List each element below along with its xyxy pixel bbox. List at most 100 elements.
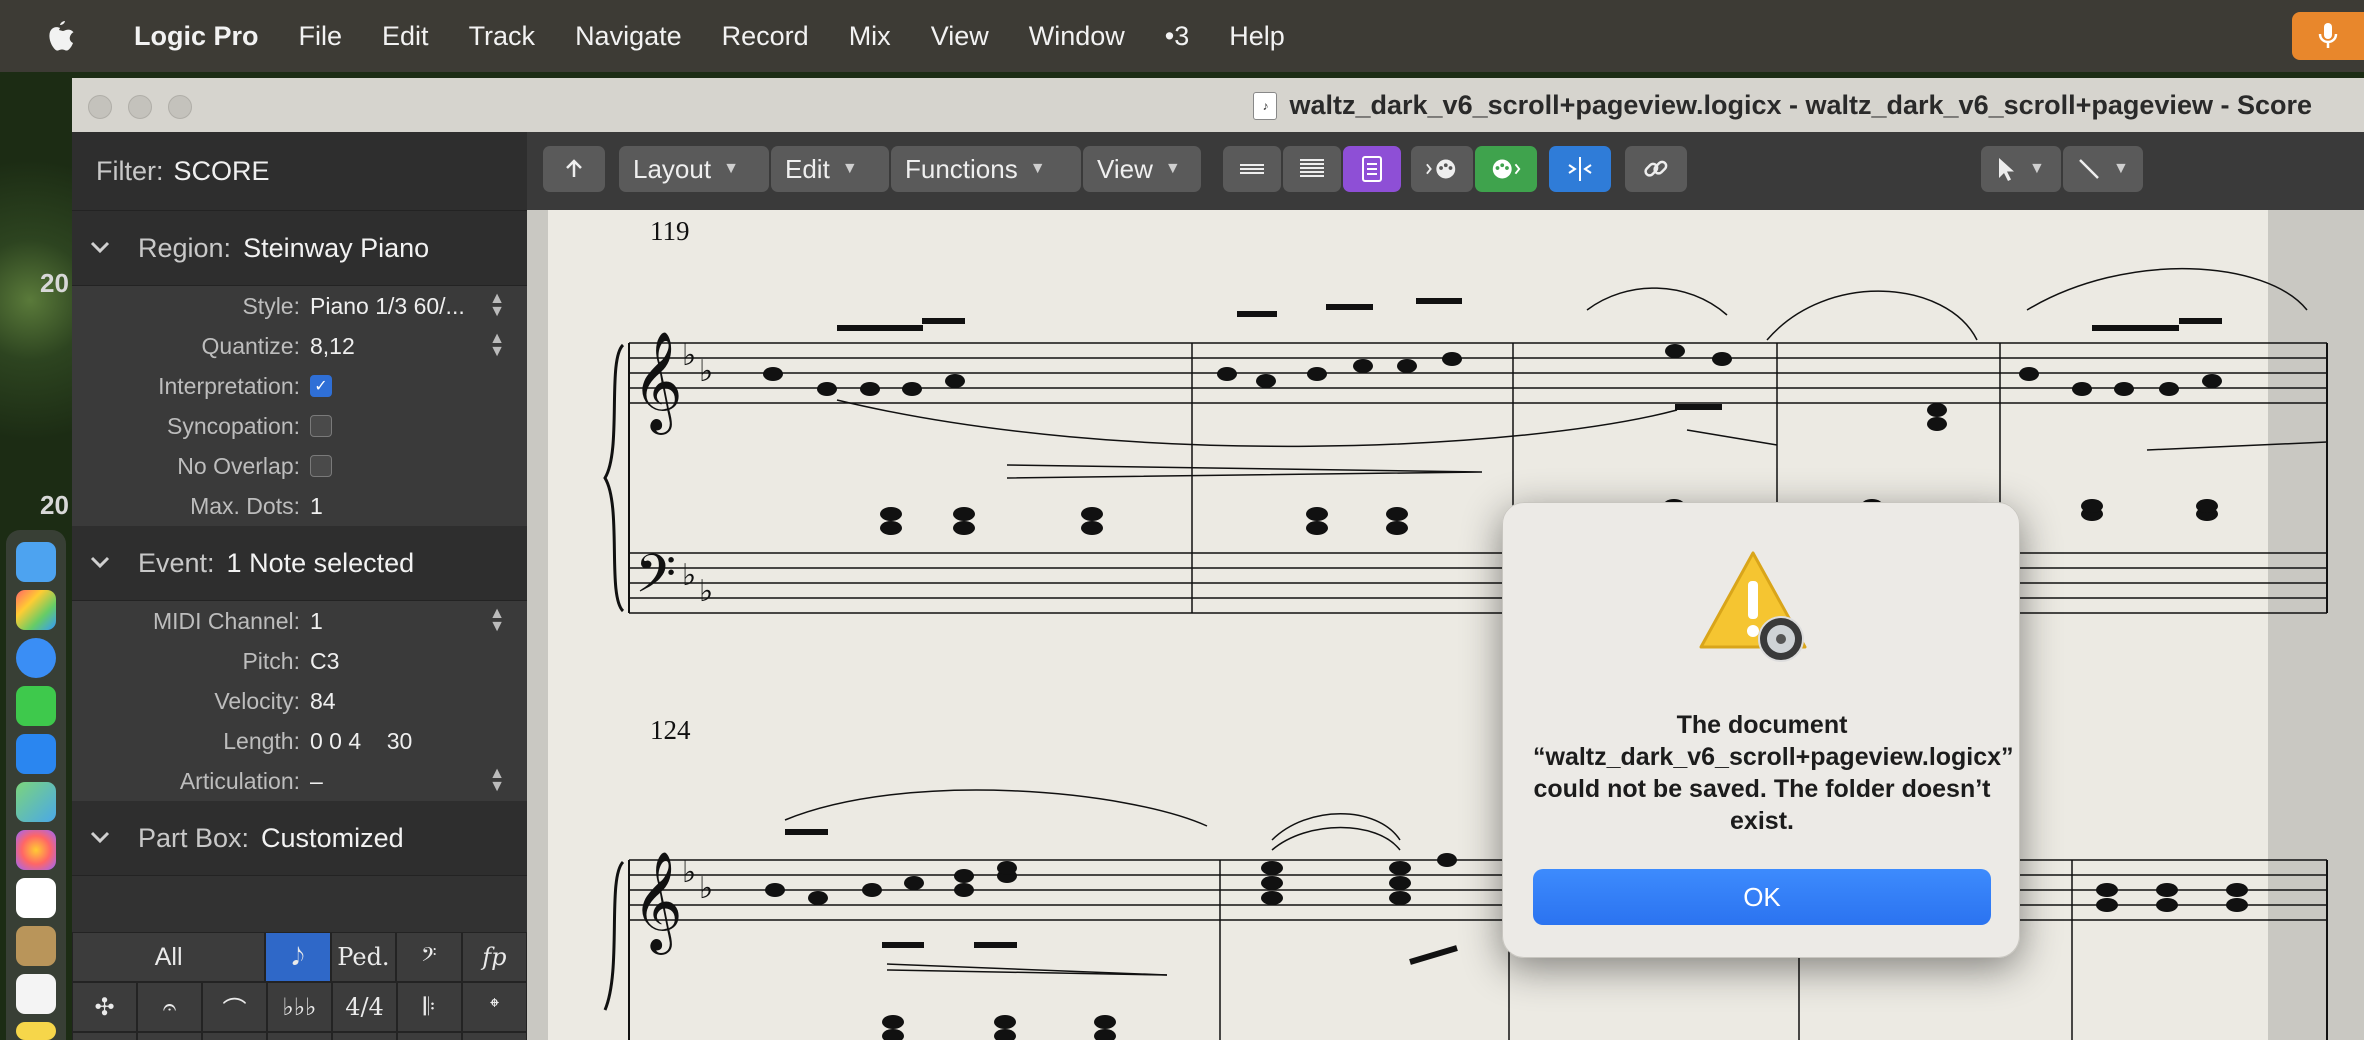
max-dots-value[interactable]: 1: [310, 493, 323, 520]
articulation-row[interactable]: Articulation: – ▲ ▼: [72, 761, 527, 801]
mail-icon[interactable]: [16, 734, 56, 774]
partbox-fermata-icon[interactable]: 𝄐: [137, 982, 202, 1032]
partbox-all-button[interactable]: All: [72, 932, 266, 982]
length-value[interactable]: 0 0 4 30: [310, 728, 412, 755]
length-row[interactable]: Length: 0 0 4 30: [72, 721, 527, 761]
menu-view[interactable]: View: [911, 21, 1009, 52]
menu-help[interactable]: Help: [1209, 21, 1305, 52]
region-section-header[interactable]: Region: Steinway Piano: [72, 211, 527, 286]
menu-track[interactable]: Track: [449, 21, 556, 52]
menu-mix[interactable]: Mix: [829, 21, 911, 52]
chevron-down-icon[interactable]: [90, 825, 124, 851]
partbox-pedal-icon[interactable]: Ped.: [330, 932, 397, 982]
notes-icon[interactable]: [16, 1022, 56, 1040]
zoom-window-button[interactable]: [168, 95, 192, 119]
partbox-clef-icon[interactable]: 𝄢: [396, 932, 462, 982]
midi-in-icon[interactable]: [1411, 146, 1473, 192]
quantize-value[interactable]: 8,12: [310, 333, 355, 360]
layout-menu-button[interactable]: Layout ▼: [619, 146, 769, 192]
partbox-dynamics-icon[interactable]: fp: [461, 932, 528, 982]
partbox-time-signature-icon[interactable]: 4/4: [332, 982, 397, 1032]
page-view-icon[interactable]: [1283, 146, 1341, 192]
partbox-segno-icon[interactable]: 𝄋: [202, 1032, 267, 1040]
flex-icon[interactable]: [1549, 146, 1611, 192]
score-notation[interactable]: 119 𝄞 𝄢 ♭ ♭ ♭ ♭ 124 𝄞 ♭ ♭: [527, 210, 2364, 1040]
maps-icon[interactable]: [16, 782, 56, 822]
max-dots-row[interactable]: Max. Dots: 1: [72, 486, 527, 526]
pencil-tool-icon[interactable]: ▼: [2063, 146, 2143, 192]
ok-button[interactable]: OK: [1533, 869, 1991, 925]
partbox-slur-icon[interactable]: ⌒: [202, 982, 267, 1032]
apple-logo-icon[interactable]: [30, 19, 90, 53]
svg-text:𝄞: 𝄞: [632, 331, 683, 435]
menu-navigate[interactable]: Navigate: [555, 21, 702, 52]
style-stepper-icon[interactable]: ▲ ▼: [489, 291, 505, 320]
midi-channel-value[interactable]: 1: [310, 608, 323, 635]
catch-arrow-icon[interactable]: [543, 146, 605, 192]
filter-value[interactable]: SCORE: [174, 156, 270, 187]
menu-edit[interactable]: Edit: [362, 21, 449, 52]
menu-file[interactable]: File: [279, 21, 363, 52]
edit-menu-button[interactable]: Edit ▼: [771, 146, 889, 192]
chevron-down-icon[interactable]: [90, 235, 124, 261]
partbox-noteheads-icon[interactable]: ✣: [72, 982, 137, 1032]
velocity-value[interactable]: 84: [310, 688, 336, 715]
filter-row[interactable]: Filter: SCORE: [72, 132, 527, 211]
pitch-value[interactable]: C3: [310, 648, 339, 675]
velocity-row[interactable]: Velocity: 84: [72, 681, 527, 721]
functions-menu-button[interactable]: Functions ▼: [891, 146, 1081, 192]
menu-record[interactable]: Record: [702, 21, 829, 52]
partbox-barline-icon[interactable]: 𝄆: [397, 982, 462, 1032]
midi-channel-stepper-icon[interactable]: ▲ ▼: [489, 606, 505, 635]
messages-icon[interactable]: [16, 686, 56, 726]
partbox-value: Customized: [261, 822, 404, 853]
menu-window[interactable]: Window: [1009, 21, 1145, 52]
safari-icon[interactable]: [16, 638, 56, 678]
partbox-paragraph-icon[interactable]: ¶: [397, 1032, 462, 1040]
partbox-grid-icon[interactable]: ⁞: [462, 1032, 527, 1040]
max-dots-label: Max. Dots:: [190, 492, 300, 519]
close-window-button[interactable]: [88, 95, 112, 119]
style-row[interactable]: Style: Piano 1/3 60/... ▲ ▼: [72, 286, 527, 326]
quantize-stepper-icon[interactable]: ▲ ▼: [489, 331, 505, 360]
partbox-tempo-icon[interactable]: ♩=: [267, 1032, 332, 1040]
document-proxy-icon[interactable]: ♪: [1253, 91, 1278, 120]
articulation-label: Articulation:: [179, 767, 300, 794]
partbox-section-header[interactable]: Part Box: Customized: [72, 801, 527, 876]
syncopation-checkbox[interactable]: [310, 415, 332, 437]
microphone-icon[interactable]: [2292, 12, 2364, 60]
midi-out-icon[interactable]: [1475, 146, 1537, 192]
articulation-stepper-icon[interactable]: ▲ ▼: [489, 766, 505, 795]
pointer-tool-icon[interactable]: ▼: [1981, 146, 2061, 192]
length-label: Length:: [223, 727, 300, 754]
photos-icon[interactable]: [16, 830, 56, 870]
chevron-down-icon[interactable]: [90, 550, 124, 576]
partbox-note-group-icon[interactable]: 𝅘𝅥𝅮: [265, 932, 331, 982]
finder-icon[interactable]: [16, 542, 56, 582]
partbox-rest-icon[interactable]: 𝄽: [72, 1032, 137, 1040]
linear-view-icon[interactable]: [1223, 146, 1281, 192]
calendar-icon[interactable]: [16, 878, 56, 918]
print-view-icon[interactable]: [1343, 146, 1401, 192]
quantize-row[interactable]: Quantize: 8,12 ▲ ▼: [72, 326, 527, 366]
pitch-row[interactable]: Pitch: C3: [72, 641, 527, 681]
minimize-window-button[interactable]: [128, 95, 152, 119]
partbox-ornament-icon[interactable]: 𝄌: [462, 982, 527, 1032]
reminders-icon[interactable]: [16, 974, 56, 1014]
no-overlap-checkbox[interactable]: [310, 455, 332, 477]
link-icon[interactable]: [1625, 146, 1687, 192]
style-value[interactable]: Piano 1/3 60/...: [310, 293, 465, 320]
midi-channel-row[interactable]: MIDI Channel: 1 ▲ ▼: [72, 601, 527, 641]
launchpad-icon[interactable]: [16, 590, 56, 630]
menu-app-name[interactable]: Logic Pro: [90, 21, 279, 52]
interpretation-checkbox[interactable]: ✓: [310, 375, 332, 397]
contacts-icon[interactable]: [16, 926, 56, 966]
view-menu-button[interactable]: View ▼: [1083, 146, 1201, 192]
articulation-value[interactable]: –: [310, 768, 323, 795]
partbox-text-icon[interactable]: A: [137, 1032, 202, 1040]
partbox-line-icon[interactable]: ✕: [332, 1032, 397, 1040]
partbox-key-signature-icon[interactable]: ♭♭♭: [267, 982, 332, 1032]
view-menu-label: View: [1097, 153, 1153, 184]
menu-extras[interactable]: •3: [1145, 21, 1209, 52]
event-section-header[interactable]: Event: 1 Note selected: [72, 526, 527, 601]
